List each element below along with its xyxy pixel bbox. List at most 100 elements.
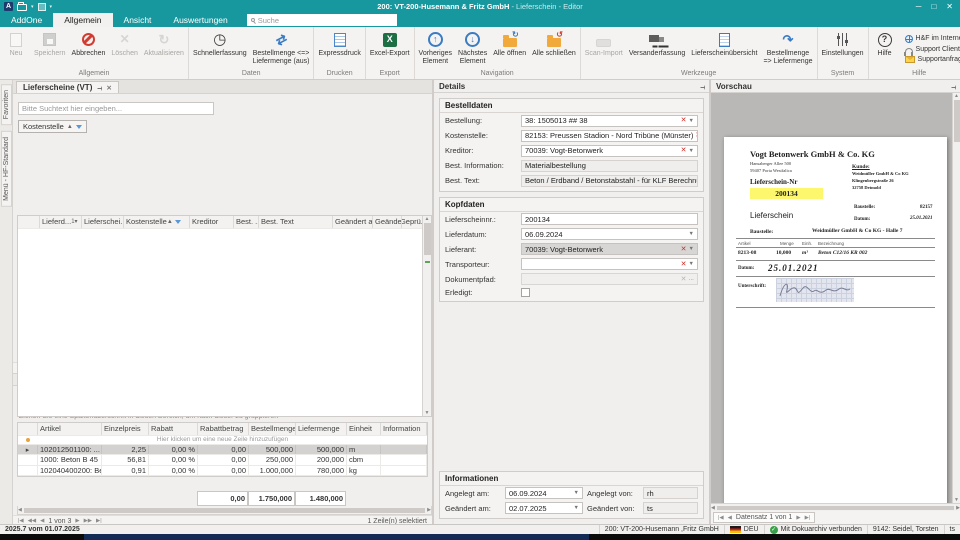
tab-auswertungen[interactable]: Auswertungen (162, 13, 238, 27)
tab-addone[interactable]: AddOne (0, 13, 53, 27)
close-window-button[interactable]: ✕ (946, 0, 953, 13)
clear-icon[interactable]: ✕ (695, 132, 698, 139)
tab-ansicht[interactable]: Ansicht (113, 13, 163, 27)
sidebar-tab-favoriten[interactable]: Favoriten (1, 84, 12, 125)
lieferscheinnr-field[interactable]: 200134 (521, 213, 698, 225)
vertical-scrollbar[interactable]: ▲ ▼ (952, 93, 960, 503)
cell-liefermenge[interactable]: 780,000 (296, 466, 347, 475)
scroll-down-icon[interactable]: ▼ (425, 410, 430, 416)
bestellmenge-liefermenge-aus-button[interactable]: Bestellmenge <=>Liefermenge (aus) (250, 28, 313, 70)
column-header[interactable]: Best. ... (234, 216, 259, 228)
pin-icon[interactable] (97, 83, 101, 92)
cell-information[interactable] (381, 445, 427, 454)
column-header[interactable]: Kreditor (190, 216, 234, 228)
position-row[interactable]: 102040400200: Beton... 0,91 0,00 % 0,00 … (18, 466, 427, 476)
chevron-down-icon[interactable]: ▼ (689, 246, 694, 252)
chevron-down-icon[interactable]: ▼ (689, 261, 694, 267)
save-icon[interactable] (38, 3, 46, 11)
status-language[interactable]: DEU (724, 525, 764, 534)
column-header[interactable]: Geändert am (333, 216, 373, 228)
group-by-chip-kostenstelle[interactable]: Kostenstelle ▲ (18, 120, 87, 133)
position-row[interactable]: 102012501100: ... 2,25 0,00 % 0,00 500,0… (18, 445, 427, 455)
bestellung-field[interactable]: 38: 1505013 ## 38✕▼ (521, 115, 698, 127)
cell-artikel[interactable]: 102012501100: ... (38, 445, 102, 454)
lieferscheine-search-input[interactable] (18, 102, 214, 115)
horizontal-scrollbar[interactable]: ◀▶ (711, 503, 960, 511)
chevron-down-icon[interactable]: ▼ (574, 505, 579, 511)
cell-rabatt[interactable]: 0,00 % (149, 455, 198, 464)
angelegt-am-field[interactable]: 06.09.2024▼ (505, 487, 583, 499)
lieferdatum-field[interactable]: 06.09.2024▼ (521, 228, 698, 240)
cell-information[interactable] (381, 466, 427, 475)
cell-rabattbetrag[interactable]: 0,00 (198, 445, 249, 454)
column-header[interactable]: Einheit (347, 423, 381, 435)
chevron-down-icon[interactable]: ▾ (31, 4, 34, 10)
cell-einheit[interactable]: cbm (347, 455, 381, 464)
column-header[interactable]: Kostenstelle▲ (124, 216, 190, 228)
maximize-button[interactable]: □ (931, 0, 936, 13)
scroll-left-icon[interactable]: ◀ (18, 507, 22, 513)
lieferant-field[interactable]: 70039: Vogt-Betonwerk✕▼ (521, 243, 698, 255)
erledigt-checkbox[interactable] (521, 288, 530, 297)
horizontal-scrollbar[interactable]: ◀▶ (17, 506, 432, 515)
cell-rabattbetrag[interactable]: 0,00 (198, 466, 249, 475)
pager-last-icon[interactable] (805, 515, 811, 521)
bestellmenge-liefermenge-button[interactable]: Bestellmenge=> Liefermenge (760, 28, 815, 70)
kostenstelle-field[interactable]: 82153: Preussen Stadion - Nord Tribüne (… (521, 130, 698, 142)
pin-icon[interactable] (951, 82, 955, 91)
cell-information[interactable] (381, 455, 427, 464)
column-header[interactable]: Lieferd...1▾ (40, 216, 82, 228)
cell-einzelpreis[interactable]: 0,91 (102, 466, 149, 475)
tab-allgemein[interactable]: Allgemein (53, 13, 112, 27)
column-header[interactable]: Artikel (38, 423, 102, 435)
add-row[interactable]: Hier klicken um eine neue Zeile hinzuzuf… (18, 436, 427, 445)
schnellerfassung-button[interactable]: Schnellerfassung (190, 28, 250, 70)
ribbon-search-input[interactable]: Suche (247, 14, 397, 26)
chevron-down-icon[interactable]: ▼ (574, 490, 579, 496)
column-header[interactable]: Rabattbetrag (198, 423, 249, 435)
sidebar-tab-menue[interactable]: Menü - HF-Standard (1, 131, 12, 207)
cell-liefermenge[interactable]: 500,000 (296, 445, 347, 454)
excel-export-button[interactable]: Excel-Export (367, 28, 413, 70)
column-header[interactable]: Lieferschei... (82, 216, 124, 228)
column-header[interactable]: Liefermenge (296, 423, 347, 435)
cell-einzelpreis[interactable]: 2,25 (102, 445, 149, 454)
cell-artikel[interactable]: 1000: Beton B 45 (38, 455, 102, 464)
naechstes-element-button[interactable]: NächstesElement (455, 28, 490, 70)
column-header[interactable]: Information (381, 423, 427, 435)
pin-icon[interactable] (700, 82, 704, 91)
vertical-scrollbar[interactable]: ▲ ▼ (422, 216, 431, 416)
cell-rabatt[interactable]: 0,00 % (149, 445, 198, 454)
scrollbar-thumb[interactable] (954, 100, 960, 142)
chevron-down-icon[interactable]: ▼ (689, 118, 694, 124)
cell-einzelpreis[interactable]: 56,81 (102, 455, 149, 464)
clear-icon[interactable]: ✕ (681, 246, 687, 253)
cell-einheit[interactable]: m (347, 445, 381, 454)
transporteur-field[interactable]: ✕▼ (521, 258, 698, 270)
scroll-up-icon[interactable]: ▲ (425, 216, 430, 222)
column-header[interactable]: Rabatt (149, 423, 198, 435)
column-header[interactable]: Best. Text (259, 216, 333, 228)
chevron-down-icon[interactable]: ▾ (50, 4, 53, 10)
filter-icon[interactable] (76, 125, 82, 129)
minimize-button[interactable]: ─ (916, 0, 922, 13)
column-header[interactable]: Einzelpreis (102, 423, 149, 435)
cell-liefermenge[interactable]: 200,000 (296, 455, 347, 464)
scrollbar-thumb[interactable] (424, 223, 431, 255)
column-header[interactable]: Bestellmenge (249, 423, 296, 435)
pager-first-icon[interactable] (718, 515, 724, 521)
hilfe-button[interactable]: Hilfe (870, 28, 900, 70)
chevron-down-icon[interactable]: ▼ (689, 231, 694, 237)
scroll-right-icon[interactable]: ▶ (956, 505, 960, 511)
cell-bestellmenge[interactable]: 250,000 (249, 455, 296, 464)
scrollbar-thumb[interactable] (24, 508, 425, 513)
close-icon[interactable] (106, 83, 111, 92)
scroll-left-icon[interactable]: ◀ (711, 505, 715, 511)
cell-einheit[interactable]: kg (347, 466, 381, 475)
clear-icon[interactable]: ✕ (681, 147, 687, 154)
save-button[interactable]: Speichern (31, 28, 69, 70)
supportanfrage-link[interactable]: Supportanfrage (905, 56, 960, 63)
chevron-down-icon[interactable]: ▼ (689, 148, 694, 154)
scrollbar-thumb[interactable] (717, 506, 954, 510)
expressdruck-button[interactable]: Expressdruck (315, 28, 363, 70)
